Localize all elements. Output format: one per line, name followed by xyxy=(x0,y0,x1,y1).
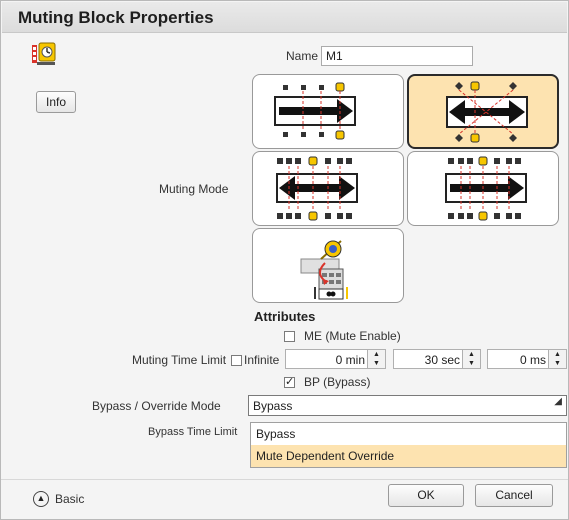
seconds-spin-arrows[interactable]: ▲ ▼ xyxy=(462,350,480,368)
bypass-override-mode-label: Bypass / Override Mode xyxy=(92,399,221,413)
info-button[interactable]: Info xyxy=(36,91,76,113)
minutes-value: 0 min xyxy=(335,353,365,367)
ok-button[interactable]: OK xyxy=(388,484,464,507)
name-value: M1 xyxy=(326,49,343,63)
position-switch-diagram xyxy=(300,240,348,300)
checkmark-icon: ✓ xyxy=(285,376,295,388)
dialog-title: Muting Block Properties xyxy=(18,8,214,27)
minutes-stepper[interactable]: 0 min ▲ ▼ xyxy=(285,349,386,369)
muting-mode-option-5[interactable] xyxy=(252,228,404,303)
milliseconds-value: 0 ms xyxy=(519,353,546,367)
infinite-label: Infinite xyxy=(244,353,280,367)
milliseconds-stepper[interactable]: 0 ms ▲ ▼ xyxy=(487,349,567,369)
muting-mode-option-4[interactable] xyxy=(407,151,559,226)
dropdown-arrow-icon[interactable]: ◢ xyxy=(554,396,562,407)
attributes-heading: Attributes xyxy=(254,309,316,324)
muting-time-limit-label: Muting Time Limit xyxy=(132,353,227,367)
muting-block-icon xyxy=(31,41,57,67)
bypass-time-limit-label: Bypass Time Limit xyxy=(148,426,238,438)
bp-label: BP (Bypass) xyxy=(304,375,371,389)
muting-mode-option-3[interactable] xyxy=(252,151,404,226)
muting-mode-label: Muting Mode xyxy=(159,182,229,196)
infinite-checkbox[interactable] xyxy=(231,355,242,366)
dropdown-option-mute-dependent-override[interactable]: Mute Dependent Override xyxy=(251,445,566,467)
cancel-button[interactable]: Cancel xyxy=(475,484,553,507)
muting-block-properties-dialog: Muting Block Properties Info Name M1 Mut… xyxy=(0,0,569,520)
basic-toggle-label[interactable]: Basic xyxy=(55,492,84,506)
two-sensor-t-type-diagram xyxy=(274,82,356,140)
bypass-mode-selected-value: Bypass xyxy=(253,399,293,413)
me-label: ME (Mute Enable) xyxy=(304,329,401,343)
seconds-value: 30 sec xyxy=(424,353,460,367)
me-checkbox[interactable] xyxy=(284,331,295,342)
bypass-mode-dropdown-list: Bypass Mute Dependent Override xyxy=(250,422,567,468)
muting-mode-option-2[interactable] xyxy=(407,74,559,149)
four-sensor-sequential-diagram xyxy=(276,156,358,221)
footer-divider xyxy=(1,479,568,480)
seconds-stepper[interactable]: 30 sec ▲ ▼ xyxy=(393,349,481,369)
minutes-spin-arrows[interactable]: ▲ ▼ xyxy=(367,350,385,368)
title-bar: Muting Block Properties xyxy=(2,2,567,33)
four-sensor-bidirectional-diagram xyxy=(445,156,527,221)
milliseconds-spin-arrows[interactable]: ▲ ▼ xyxy=(548,350,566,368)
name-field[interactable]: M1 xyxy=(321,46,473,66)
dropdown-option-bypass[interactable]: Bypass xyxy=(251,423,566,445)
bypass-override-mode-select[interactable]: Bypass ◢ xyxy=(248,395,567,416)
bp-checkbox[interactable]: ✓ xyxy=(284,377,295,388)
name-label: Name xyxy=(286,49,319,63)
chevron-up-circle-icon[interactable]: ▲ xyxy=(33,491,49,507)
muting-mode-option-1[interactable] xyxy=(252,74,404,149)
two-sensor-x-type-diagram xyxy=(446,81,528,143)
